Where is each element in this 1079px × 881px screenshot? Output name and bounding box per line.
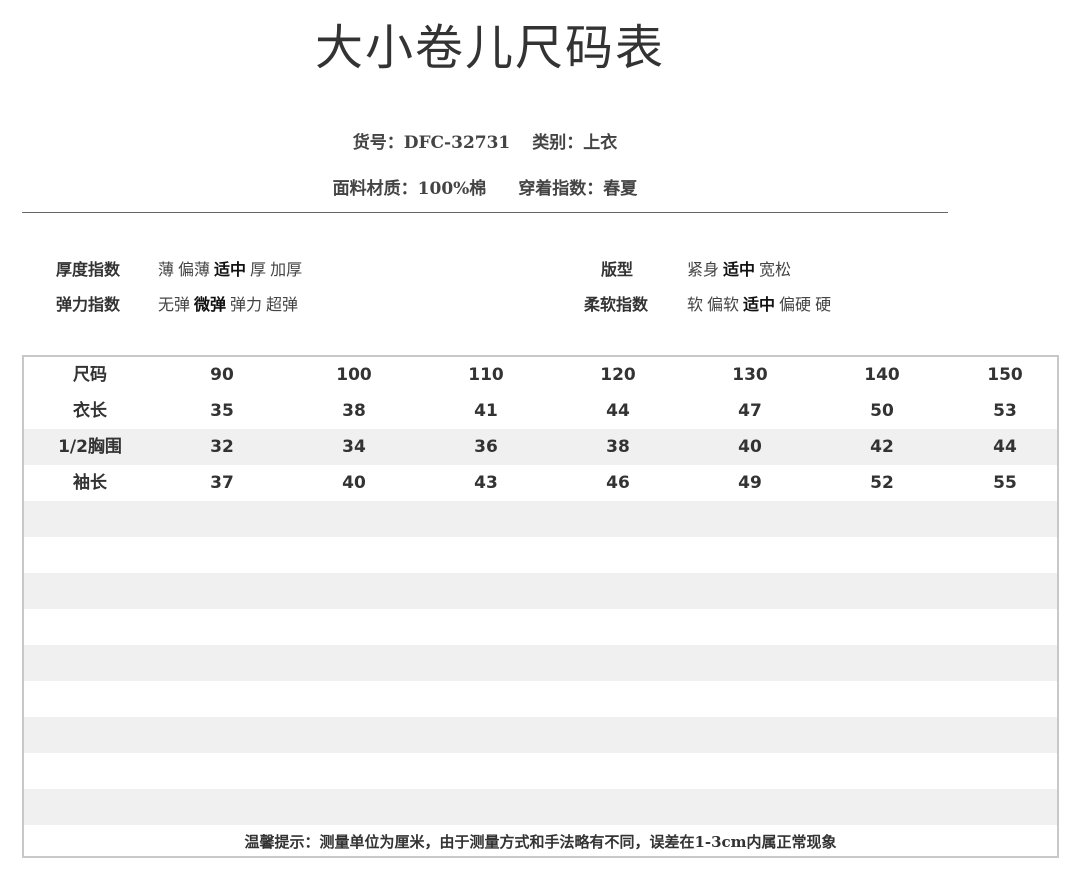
elasticity-index-options: 无弹 微弹 弹力 超弹 <box>158 291 302 315</box>
value-cell: 55 <box>993 473 1017 493</box>
elasticity-index-label: 弹力指数 <box>56 295 121 314</box>
value-cell: 34 <box>342 437 366 457</box>
empty-table-row <box>24 573 1057 609</box>
value-cell: 44 <box>606 401 630 421</box>
value-cell: 35 <box>210 401 234 421</box>
category: 类别：上衣 <box>532 133 618 153</box>
empty-table-row <box>24 501 1057 537</box>
softness-index-label: 柔软指数 <box>584 295 649 314</box>
value-cell: 46 <box>606 473 630 493</box>
product-meta-line-1: 货号：DFC-32731 类别：上衣 <box>0 128 970 153</box>
product-meta-line-2: 面料材质：100%棉 穿着指数：春夏 <box>0 174 970 199</box>
elasticity-index-option: 弹力 <box>230 295 263 314</box>
softness-index-options: 软偏软 适中 偏硬硬 <box>687 291 835 315</box>
fit-type-options: 紧身 适中 宽松 <box>687 256 795 280</box>
elasticity-index-option: 无弹 <box>158 295 191 314</box>
empty-table-row <box>24 681 1057 717</box>
thickness-index-options: 薄偏薄 适中厚加厚 <box>158 256 306 280</box>
value-cell: 49 <box>738 473 762 493</box>
value-cell: 150 <box>987 365 1023 385</box>
fit-type-label: 版型 <box>601 260 634 279</box>
value-cell: 37 <box>210 473 234 493</box>
size-table: 尺码 90 100 110 120 130 140 150 衣长 35 38 41 44 47 50 53 1/… <box>22 355 1059 858</box>
table-header-row: 尺码 90 100 110 120 130 140 150 <box>24 357 1057 393</box>
value-cell: 40 <box>342 473 366 493</box>
value-cell: 36 <box>474 437 498 457</box>
empty-table-row <box>24 753 1057 789</box>
value-cell: 52 <box>870 473 894 493</box>
softness-index-option: 硬 <box>815 295 832 314</box>
season-index: 穿着指数：春夏 <box>518 179 638 199</box>
table-row: 1/2胸围 32 34 36 38 40 42 44 <box>24 429 1057 465</box>
row-label-cell: 尺码 <box>73 365 107 385</box>
empty-table-row <box>24 645 1057 681</box>
value-cell: 44 <box>993 437 1017 457</box>
empty-table-row <box>24 717 1057 753</box>
value-cell: 110 <box>468 365 504 385</box>
fit-type-option: 紧身 <box>687 260 720 279</box>
softness-index-option: 适中 <box>743 295 776 314</box>
thickness-index-option: 适中 <box>214 260 247 279</box>
softness-index-option: 偏硬 <box>779 295 812 314</box>
thickness-index-label: 厚度指数 <box>56 260 121 279</box>
thickness-index-option: 厚 <box>250 260 267 279</box>
value-cell: 140 <box>864 365 900 385</box>
thickness-index-option: 薄 <box>158 260 175 279</box>
value-cell: 90 <box>210 365 234 385</box>
thickness-index-option: 偏薄 <box>178 260 211 279</box>
thickness-index-option: 加厚 <box>270 260 303 279</box>
value-cell: 100 <box>336 365 372 385</box>
value-cell: 47 <box>738 401 762 421</box>
value-cell: 120 <box>600 365 636 385</box>
header-divider <box>22 212 948 213</box>
fit-type-option: 适中 <box>723 260 756 279</box>
row-label-cell: 1/2胸围 <box>58 437 122 457</box>
value-cell: 50 <box>870 401 894 421</box>
page-title: 大小卷儿尺码表 <box>314 20 665 76</box>
table-row: 袖长 37 40 43 46 49 52 55 <box>24 465 1057 501</box>
softness-index-option: 软 <box>687 295 704 314</box>
row-label-cell: 衣长 <box>73 401 107 421</box>
item-number: 货号：DFC-32731 <box>352 133 511 153</box>
row-label-cell: 袖长 <box>73 473 107 493</box>
value-cell: 38 <box>342 401 366 421</box>
fit-type-option: 宽松 <box>759 260 792 279</box>
elasticity-index-option: 微弹 <box>194 295 227 314</box>
value-cell: 41 <box>474 401 498 421</box>
value-cell: 40 <box>738 437 762 457</box>
value-cell: 43 <box>474 473 498 493</box>
value-cell: 130 <box>732 365 768 385</box>
softness-index-option: 偏软 <box>707 295 740 314</box>
measurement-note: 温馨提示：测量单位为厘米，由于测量方式和手法略有不同，误差在1-3cm内属正常现… <box>244 833 837 851</box>
value-cell: 38 <box>606 437 630 457</box>
value-cell: 53 <box>993 401 1017 421</box>
elasticity-index-option: 超弹 <box>266 295 299 314</box>
empty-table-row <box>24 789 1057 825</box>
empty-table-row <box>24 609 1057 645</box>
value-cell: 32 <box>210 437 234 457</box>
value-cell: 42 <box>870 437 894 457</box>
empty-table-row <box>24 537 1057 573</box>
fabric-material: 面料材质：100%棉 <box>332 179 487 199</box>
table-row: 衣长 35 38 41 44 47 50 53 <box>24 393 1057 429</box>
